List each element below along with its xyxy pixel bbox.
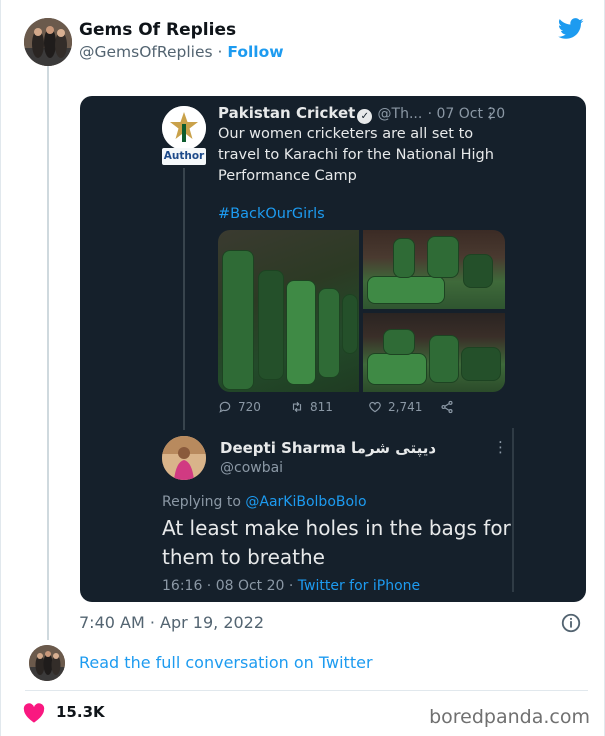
tweet-timestamp[interactable]: 7:40 AM · Apr 19, 2022	[79, 613, 264, 632]
reply-icon	[219, 401, 231, 413]
reply-action[interactable]: 720	[218, 400, 261, 414]
media-grid[interactable]	[218, 230, 505, 392]
attached-screenshot[interactable]: Author Pakistan Cricket ✓ @Th... · 07 Oct…	[80, 96, 586, 602]
replying-mention-link[interactable]: @AarKiBolboBolo	[245, 494, 366, 510]
author-avatar[interactable]	[24, 18, 72, 66]
watermark: boredpanda.com	[429, 706, 590, 728]
heart-icon[interactable]	[23, 703, 45, 723]
quoted-account-line: Pakistan Cricket ✓ @Th... · 07 Oct 20	[218, 104, 505, 124]
info-icon[interactable]	[560, 612, 582, 634]
author-handle-line: @GemsOfReplies · Follow	[79, 43, 284, 61]
reply-meta: 16:16 · 08 Oct 20 · Twitter for iPhone	[162, 578, 420, 594]
author-handle[interactable]: @GemsOfReplies	[79, 43, 213, 61]
author-badge: Author	[162, 148, 206, 165]
reply-thread-line	[183, 168, 185, 430]
quoted-handle[interactable]: @Th...	[378, 106, 423, 122]
like-action[interactable]: 2,741	[368, 400, 422, 414]
follow-button[interactable]: Follow	[227, 43, 283, 61]
quoted-tweet-text: Our women cricketers are all set to trav…	[218, 126, 494, 184]
reply-more-options-icon[interactable]: ⋮	[493, 438, 508, 456]
retweet-icon	[292, 401, 302, 413]
read-conversation-link[interactable]: Read the full conversation on Twitter	[79, 653, 373, 672]
reply-author-name[interactable]: Deepti Sharma دیپتی شرما	[220, 439, 436, 457]
author-name[interactable]: Gems Of Replies	[79, 20, 236, 40]
replying-to-line: Replying to @AarKiBolboBolo	[162, 494, 367, 510]
thread-connector-line	[47, 66, 49, 640]
reply-tweet-text: At least make holes in the bags for them…	[162, 516, 511, 569]
photo-kit-bags-1[interactable]	[218, 230, 359, 392]
hashtag-link[interactable]: #BackOurGirls	[218, 206, 325, 222]
verified-badge-icon: ✓	[357, 109, 373, 124]
pakistan-cricket-logo	[162, 106, 206, 150]
separator-dot: ·	[217, 43, 223, 61]
like-count: 2,741	[388, 400, 423, 414]
reply-time: 16:16 · 08 Oct 20 ·	[162, 578, 294, 594]
reply-author-handle[interactable]: @cowbai	[220, 460, 283, 476]
retweet-count: 811	[310, 400, 333, 414]
reply-author-avatar[interactable]	[162, 436, 206, 480]
tweet-like-count: 15.3K	[56, 703, 105, 721]
reply-count: 720	[238, 400, 261, 414]
scroll-indicator	[512, 428, 514, 592]
photo-kit-bags-2[interactable]	[363, 230, 505, 309]
author-small-avatar[interactable]	[29, 645, 65, 681]
reply-source-link[interactable]: Twitter for iPhone	[298, 578, 420, 594]
more-options-icon[interactable]: ⋮	[483, 104, 498, 122]
tweet-actions: 720 811 2,741	[218, 400, 508, 420]
like-icon	[369, 401, 381, 413]
replying-prefix: Replying to	[162, 494, 241, 510]
share-icon	[441, 400, 453, 414]
twitter-bird-icon[interactable]	[558, 18, 584, 40]
quoted-account-name[interactable]: Pakistan Cricket	[218, 104, 355, 122]
share-action[interactable]	[440, 400, 454, 414]
photo-kit-bags-3[interactable]	[363, 313, 505, 392]
footer-divider	[25, 690, 588, 691]
retweet-action[interactable]: 811	[290, 400, 333, 414]
embedded-tweet-card: Gems Of Replies @GemsOfReplies · Follow …	[0, 0, 605, 736]
